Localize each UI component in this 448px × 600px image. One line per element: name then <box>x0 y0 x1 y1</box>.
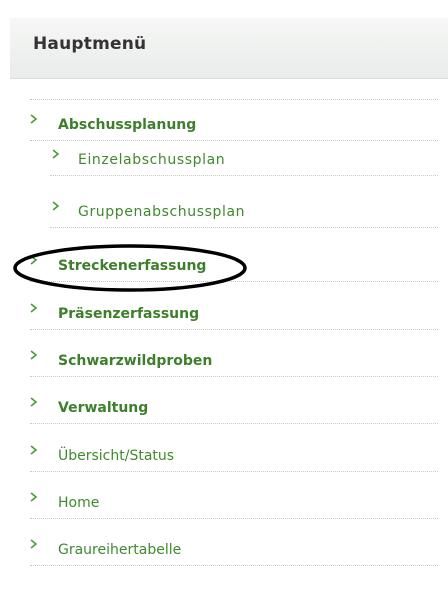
menu-item-label: Gruppenabschussplan <box>78 204 246 220</box>
menu-item-label: Graureihertabelle <box>58 542 182 558</box>
menu-item-label: Home <box>58 495 100 511</box>
menu-item-label: Verwaltung <box>58 400 149 416</box>
menu-item-einzelabschussplan[interactable]: Einzelabschussplan <box>50 144 438 176</box>
menu-item-uebersicht-status[interactable]: Übersicht/Status <box>30 440 438 472</box>
triangle-arrow-icon <box>30 255 38 265</box>
menu-item-verwaltung[interactable]: Verwaltung <box>30 392 438 424</box>
menu-item-home[interactable]: Home <box>30 487 438 519</box>
triangle-arrow-icon <box>30 492 38 502</box>
triangle-arrow-icon <box>30 397 38 407</box>
triangle-arrow-icon <box>52 201 60 211</box>
triangle-arrow-icon <box>30 303 38 313</box>
triangle-arrow-icon <box>30 445 38 455</box>
menu-item-gruppenabschussplan[interactable]: Gruppenabschussplan <box>50 196 438 228</box>
menu-item-streckenerfassung[interactable]: Streckenerfassung <box>30 250 438 282</box>
triangle-arrow-icon <box>30 539 38 549</box>
menu-item-label: Einzelabschussplan <box>78 152 226 168</box>
triangle-arrow-icon <box>30 350 38 360</box>
menu-item-graureihertabelle[interactable]: Graureihertabelle <box>30 534 438 566</box>
menu-item-label: Schwarzwildproben <box>58 353 213 369</box>
menu-item-abschussplanung[interactable]: Abschussplanung <box>30 109 438 141</box>
main-menu-header: Hauptmenü <box>10 18 448 79</box>
menu-title: Hauptmenü <box>33 34 147 54</box>
menu-item-label: Abschussplanung <box>58 117 197 133</box>
triangle-arrow-icon <box>30 114 38 124</box>
menu-item-schwarzwildproben[interactable]: Schwarzwildproben <box>30 345 438 377</box>
menu-item-label: Streckenerfassung <box>58 258 207 274</box>
menu-item-label: Präsenzerfassung <box>58 306 200 322</box>
menu-item-praesenzerfassung[interactable]: Präsenzerfassung <box>30 298 438 330</box>
triangle-arrow-icon <box>52 149 60 159</box>
menu-item-label: Übersicht/Status <box>58 448 175 464</box>
menu-top-divider <box>30 99 438 100</box>
